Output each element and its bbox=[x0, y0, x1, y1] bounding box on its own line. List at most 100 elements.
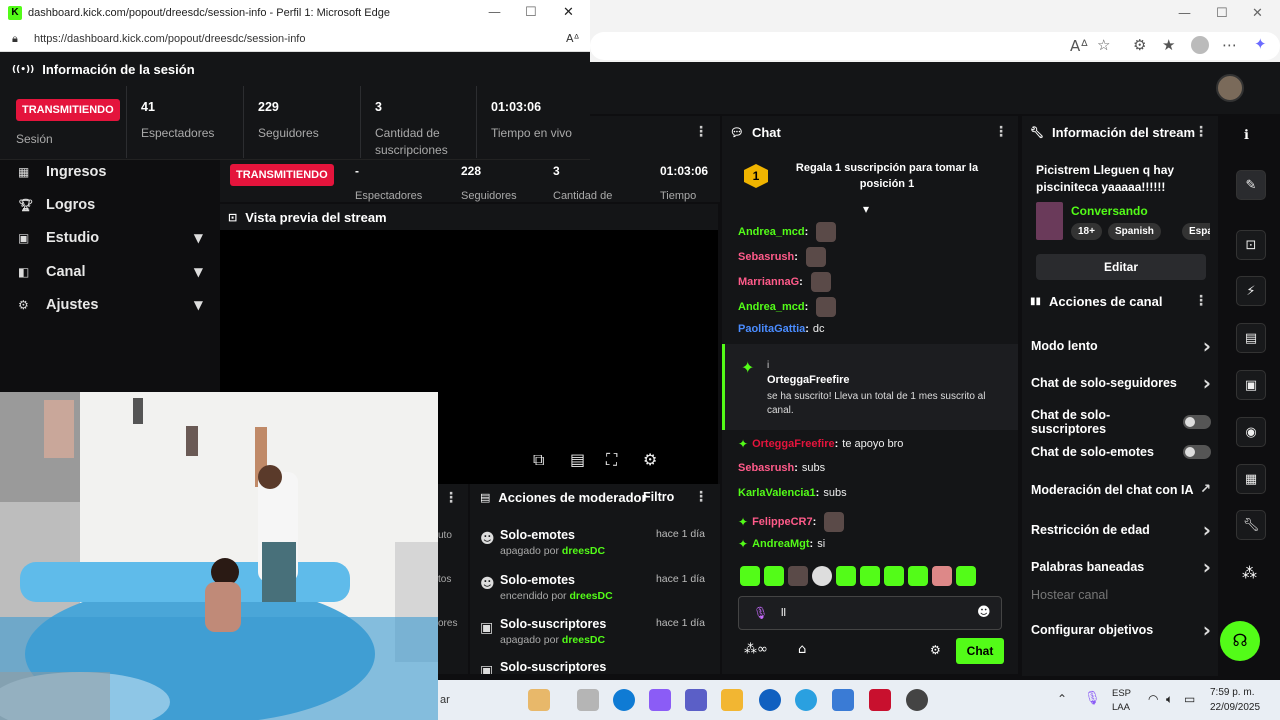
emote[interactable] bbox=[884, 566, 904, 586]
maximize-icon[interactable]: ☐ bbox=[525, 5, 537, 20]
support-headset-icon[interactable]: ☊ bbox=[1220, 621, 1260, 661]
edge-icon[interactable] bbox=[613, 689, 635, 711]
channel-action-row[interactable]: Configurar objetivos › bbox=[1031, 618, 1211, 642]
stream-info-menu-icon[interactable]: ⋮ bbox=[1194, 124, 1208, 140]
sidebar-item-ingresos[interactable]: ▦ Ingresos bbox=[18, 164, 203, 180]
obs-icon[interactable] bbox=[906, 689, 928, 711]
send-chat-button[interactable]: Chat bbox=[956, 638, 1004, 664]
points-icon[interactable]: ⁂∞ bbox=[744, 642, 768, 657]
channel-action-row[interactable]: Chat de solo-emotes bbox=[1031, 445, 1211, 459]
mic-tray-icon[interactable]: 🎙︎ bbox=[1084, 691, 1101, 706]
chat-username[interactable]: KarlaValencia1 bbox=[738, 487, 816, 499]
sub-event-user[interactable]: OrteggaFreefire bbox=[767, 374, 850, 386]
clock-date[interactable]: 22/09/2025 bbox=[1210, 702, 1260, 713]
emote[interactable] bbox=[956, 566, 976, 586]
chat-username[interactable]: Andrea_mcd bbox=[738, 226, 805, 238]
tag[interactable]: 18+ bbox=[1071, 223, 1102, 240]
channel-action-row[interactable]: Chat de solo-seguidores › bbox=[1031, 371, 1211, 395]
emote[interactable] bbox=[860, 566, 880, 586]
read-aloud-icon[interactable]: Aᐞ bbox=[1070, 37, 1088, 55]
stats-menu-icon[interactable]: ⋮ bbox=[694, 124, 708, 140]
edit-button[interactable]: Editar bbox=[1036, 254, 1206, 280]
channel-action-row[interactable]: Chat de solo-suscriptores bbox=[1031, 408, 1211, 436]
store-icon[interactable] bbox=[832, 689, 854, 711]
chevron-up-icon[interactable]: ⌃ bbox=[1057, 692, 1067, 706]
mod-action-user[interactable]: dreesDC bbox=[562, 634, 605, 646]
close-icon[interactable]: ✕ bbox=[563, 5, 574, 20]
fullscreen-icon[interactable]: ⛶ bbox=[606, 450, 617, 470]
moderator-menu-icon[interactable]: ⋮ bbox=[694, 489, 708, 505]
channel-action-row[interactable]: Moderación del chat con IA ↗ bbox=[1031, 482, 1211, 497]
info-icon[interactable]: ℹ bbox=[1244, 128, 1249, 143]
tag[interactable]: Spanish bbox=[1108, 223, 1161, 240]
emote[interactable] bbox=[836, 566, 856, 586]
volume-icon[interactable]: 🔈︎ bbox=[1166, 692, 1173, 707]
profile-icon[interactable] bbox=[1191, 36, 1209, 54]
chat-username[interactable]: Andrea_mcd bbox=[738, 301, 805, 313]
channel-action-row[interactable]: Restricción de edad › bbox=[1031, 518, 1211, 542]
close-icon[interactable]: ✕ bbox=[1252, 6, 1263, 21]
preview-icon[interactable]: ⊡ bbox=[1236, 230, 1266, 260]
chat-username[interactable]: OrteggaFreefire bbox=[752, 438, 835, 450]
filter-button[interactable]: Filtro bbox=[643, 490, 674, 504]
bolt-icon[interactable]: ⚡︎ bbox=[1236, 276, 1266, 306]
chat-username[interactable]: AndreaMgt bbox=[752, 538, 809, 550]
channel-actions-menu-icon[interactable]: ⋮ bbox=[1194, 293, 1208, 309]
layout-icon[interactable]: ▦ bbox=[1236, 464, 1266, 494]
channel-action-row[interactable]: Hostear canal bbox=[1031, 588, 1211, 602]
emote[interactable] bbox=[788, 566, 808, 586]
wrench-icon[interactable]: 🔧︎ bbox=[1236, 510, 1266, 540]
teams-icon[interactable] bbox=[685, 689, 707, 711]
mod-action-user[interactable]: dreesDC bbox=[569, 590, 612, 602]
sidebar-item-ajustes[interactable]: ⚙ Ajustes ▼ bbox=[18, 297, 203, 313]
battery-icon[interactable]: ▭ bbox=[1184, 692, 1195, 706]
settings-icon[interactable]: ⚙ bbox=[643, 450, 657, 469]
expand-icon[interactable]: ▾ bbox=[863, 202, 869, 216]
language-top[interactable]: ESP bbox=[1112, 688, 1131, 699]
edit-icon[interactable]: ✎ bbox=[1236, 170, 1266, 200]
community-icon[interactable]: ⁂ bbox=[1242, 564, 1257, 582]
chat-settings-icon[interactable]: ⚙ bbox=[930, 643, 941, 657]
browser-icon[interactable] bbox=[795, 689, 817, 711]
language-bottom[interactable]: LAA bbox=[1112, 702, 1130, 713]
toggle-switch[interactable] bbox=[1183, 415, 1211, 429]
emote[interactable] bbox=[824, 512, 845, 532]
chat-username[interactable]: Sebasrush bbox=[738, 251, 794, 263]
emote[interactable] bbox=[932, 566, 952, 586]
emote[interactable] bbox=[740, 566, 760, 586]
emote[interactable] bbox=[908, 566, 928, 586]
chat-username[interactable]: Sebasrush bbox=[738, 462, 794, 474]
chat-input[interactable]: 🎙︎ ll ☻ bbox=[738, 596, 1002, 630]
favorite-star-icon[interactable]: ☆ bbox=[1097, 36, 1110, 54]
sidebar-item-canal[interactable]: ◧ Canal ▼ bbox=[18, 264, 203, 280]
extensions-icon[interactable]: ⚙ bbox=[1133, 36, 1146, 54]
store-icon[interactable]: ⌂ bbox=[798, 642, 806, 657]
mod-action-user[interactable]: dreesDC bbox=[562, 545, 605, 557]
widgets-icon[interactable] bbox=[528, 689, 550, 711]
taskbar-search[interactable]: ar bbox=[440, 694, 450, 706]
copilot-icon[interactable]: ✦ bbox=[1254, 35, 1267, 53]
pip-icon[interactable]: ⧉ bbox=[533, 450, 544, 470]
sidebar-item-logros[interactable]: 🏆︎ Logros bbox=[18, 197, 203, 213]
wifi-icon[interactable]: ◠ bbox=[1148, 692, 1158, 706]
hp-icon[interactable] bbox=[759, 689, 781, 711]
gift-leaderboard-text[interactable]: Regala 1 suscripción para tomar la posic… bbox=[792, 160, 982, 192]
category-link[interactable]: Conversando bbox=[1071, 204, 1148, 218]
minimize-icon[interactable]: — bbox=[488, 5, 501, 20]
broadcast-icon[interactable]: ◉ bbox=[1236, 417, 1266, 447]
file-explorer-icon[interactable] bbox=[721, 689, 743, 711]
emote[interactable] bbox=[764, 566, 784, 586]
popout-url[interactable]: https://dashboard.kick.com/popout/dreesd… bbox=[34, 33, 305, 45]
minimize-icon[interactable]: — bbox=[1178, 6, 1191, 21]
channel-action-row[interactable]: Modo lento › bbox=[1031, 334, 1211, 358]
task-view-icon[interactable] bbox=[577, 689, 599, 711]
favorites-icon[interactable]: ★ bbox=[1162, 36, 1175, 54]
chat-username[interactable]: PaolitaGattia bbox=[738, 323, 805, 335]
background-address-bar[interactable] bbox=[590, 32, 1280, 60]
chat-username[interactable]: FelippeCR7 bbox=[752, 516, 813, 528]
microphone-icon[interactable]: 🎙︎ bbox=[753, 606, 768, 620]
chat-menu-icon[interactable]: ⋮ bbox=[994, 124, 1008, 140]
emote[interactable] bbox=[816, 297, 837, 317]
tag[interactable]: Españo bbox=[1182, 223, 1210, 240]
popout-address-bar[interactable]: 🔒︎ https://dashboard.kick.com/popout/dre… bbox=[0, 26, 590, 52]
